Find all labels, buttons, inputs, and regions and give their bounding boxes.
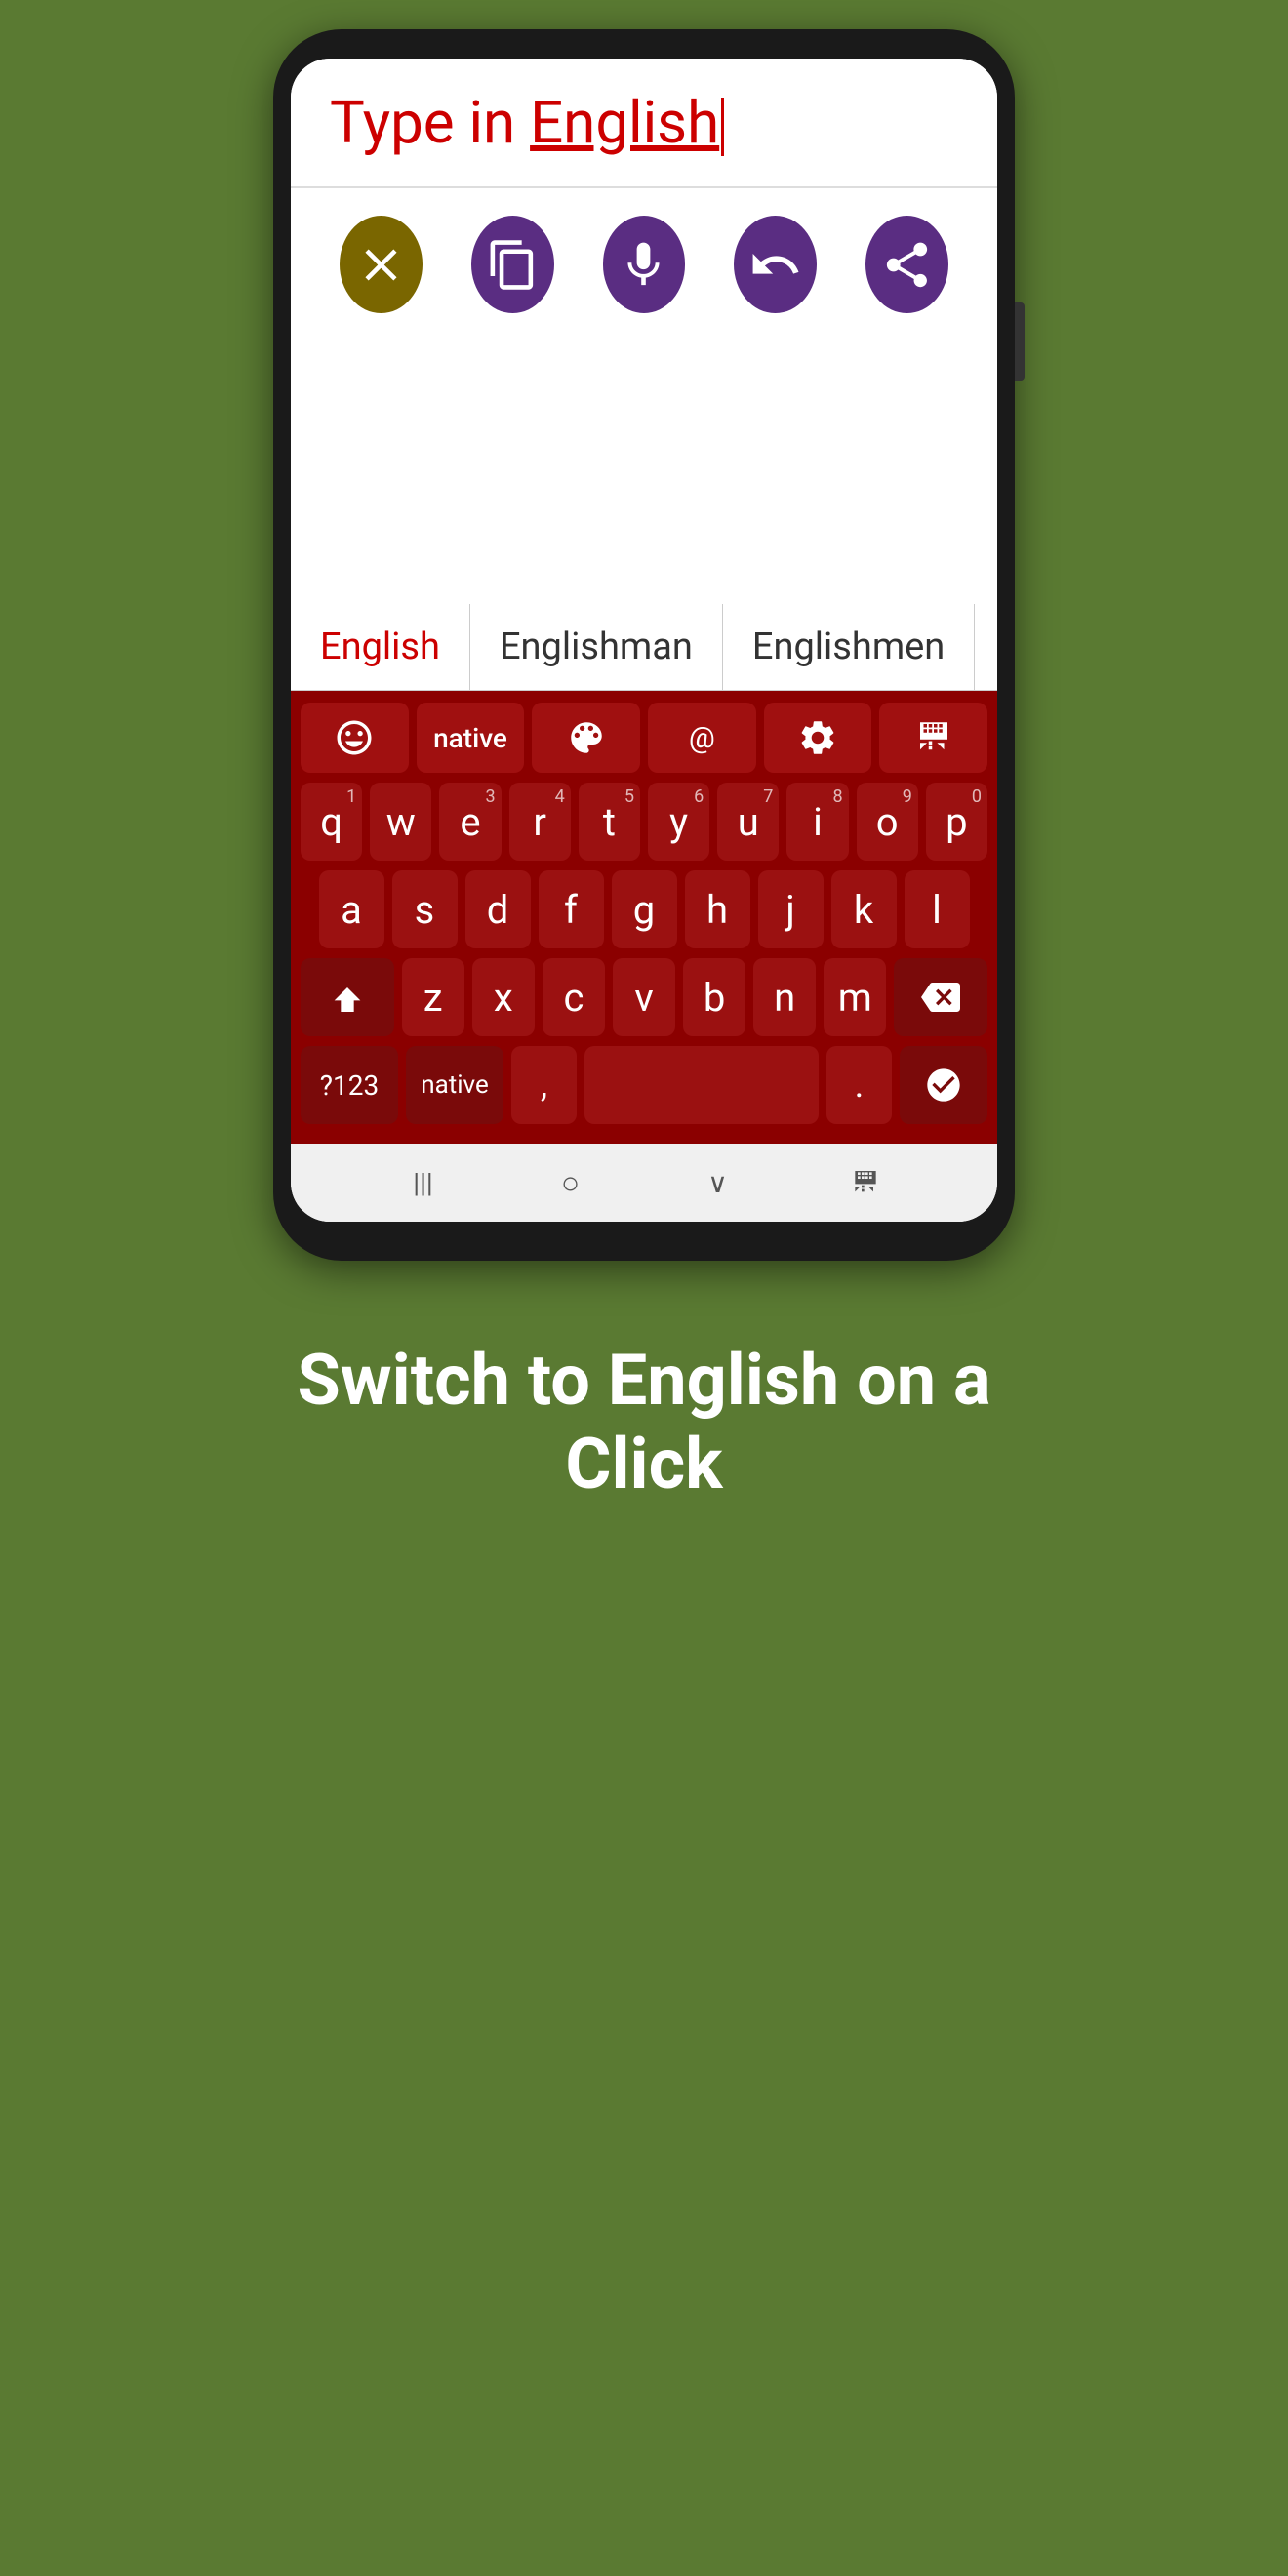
num-switch-key[interactable]: ?123 — [301, 1046, 398, 1124]
key-c[interactable]: c — [543, 958, 605, 1036]
key-b[interactable]: b — [683, 958, 745, 1036]
key-f[interactable]: f — [539, 870, 604, 948]
key-t[interactable]: 5t — [579, 783, 640, 861]
delete-button[interactable] — [340, 216, 423, 313]
nav-recents-icon: ∨ — [707, 1167, 728, 1199]
num-hint-6: 6 — [694, 786, 704, 807]
side-button — [1015, 302, 1025, 381]
suggestion-english[interactable]: English — [291, 604, 470, 690]
keyboard-icon — [913, 717, 954, 758]
phone-frame: Type in English — [273, 29, 1015, 1261]
key-y[interactable]: 6y — [648, 783, 709, 861]
key-l[interactable]: l — [905, 870, 970, 948]
suggestions-bar: English Englishman Englishmen Eng — [291, 604, 997, 691]
text-input-area[interactable]: Type in English — [291, 59, 997, 188]
ad-area — [291, 341, 997, 604]
mic-button[interactable] — [603, 216, 686, 313]
num-hint-3: 3 — [485, 786, 495, 807]
key-n[interactable]: n — [753, 958, 816, 1036]
key-x[interactable]: x — [472, 958, 535, 1036]
keyboard: native @ — [291, 691, 997, 1144]
done-icon — [924, 1066, 963, 1105]
toolbar — [291, 188, 997, 341]
done-key[interactable] — [900, 1046, 987, 1124]
backspace-key[interactable] — [894, 958, 987, 1036]
num-hint-0: 0 — [972, 786, 982, 807]
android-nav-bar: ||| ○ ∨ — [291, 1144, 997, 1222]
key-m[interactable]: m — [824, 958, 886, 1036]
caption-line1: Switch to English on a — [297, 1339, 990, 1422]
bottom-caption: Switch to English on a Click — [219, 1339, 1068, 1508]
delete-icon — [354, 238, 408, 292]
key-k[interactable]: k — [831, 870, 897, 948]
num-hint-4: 4 — [555, 786, 565, 807]
undo-button[interactable] — [734, 216, 817, 313]
palette-key[interactable] — [532, 703, 640, 773]
key-v[interactable]: v — [613, 958, 675, 1036]
typed-text: Type in English — [330, 88, 724, 157]
highlighted-word: English — [530, 88, 719, 157]
keyboard-row-1: 1q w 3e 4r 5t 6y 7u 8i — [301, 783, 987, 861]
key-w[interactable]: w — [370, 783, 431, 861]
nav-home-button[interactable]: ○ — [546, 1158, 595, 1207]
text-cursor — [721, 98, 724, 156]
phone-screen: Type in English — [291, 59, 997, 1222]
keyboard-bottom-row: ?123 native , . — [301, 1046, 987, 1124]
key-u[interactable]: 7u — [717, 783, 779, 861]
num-hint-5: 5 — [624, 786, 634, 807]
mic-icon — [617, 238, 670, 292]
key-o[interactable]: 9o — [857, 783, 918, 861]
keyboard-row-2: a s d f g h j k l — [301, 870, 987, 948]
nav-home-icon: ○ — [561, 1164, 580, 1201]
key-z[interactable]: z — [402, 958, 464, 1036]
key-q[interactable]: 1q — [301, 783, 362, 861]
comma-key[interactable]: , — [511, 1046, 577, 1124]
nav-keyboard-icon — [850, 1167, 881, 1198]
key-i[interactable]: 8i — [786, 783, 848, 861]
key-r[interactable]: 4r — [509, 783, 571, 861]
shift-key[interactable] — [301, 958, 394, 1036]
suggestion-englishman[interactable]: Englishman — [470, 604, 723, 690]
native-key[interactable]: native — [417, 703, 525, 773]
key-g[interactable]: g — [612, 870, 677, 948]
num-hint-9: 9 — [903, 786, 912, 807]
num-hint-1: 1 — [346, 786, 356, 807]
num-hint-8: 8 — [832, 786, 842, 807]
key-p[interactable]: 0p — [926, 783, 987, 861]
copy-button[interactable] — [471, 216, 554, 313]
suggestion-englishmen[interactable]: Englishmen — [723, 604, 975, 690]
key-d[interactable]: d — [465, 870, 531, 948]
nav-keyboard-button[interactable] — [841, 1158, 890, 1207]
caption-line2: Click — [565, 1423, 722, 1506]
nav-back-button[interactable]: ||| — [399, 1158, 448, 1207]
key-e[interactable]: 3e — [439, 783, 501, 861]
key-a[interactable]: a — [319, 870, 384, 948]
key-j[interactable]: j — [758, 870, 824, 948]
period-key[interactable]: . — [826, 1046, 892, 1124]
emoji-icon — [334, 717, 375, 758]
space-key[interactable] — [584, 1046, 819, 1124]
emoji-key[interactable] — [301, 703, 409, 773]
settings-icon — [797, 717, 838, 758]
at-key[interactable]: @ — [648, 703, 756, 773]
backspace-icon — [921, 978, 960, 1017]
keyboard-row-3: z x c v b n m — [301, 958, 987, 1036]
shift-icon — [328, 978, 367, 1017]
suggestion-eng[interactable]: Eng — [975, 604, 997, 690]
special-row: native @ — [301, 703, 987, 773]
copy-icon — [486, 238, 540, 292]
keyboard-hide-key[interactable] — [879, 703, 987, 773]
settings-key[interactable] — [764, 703, 872, 773]
share-icon — [880, 238, 934, 292]
at-symbol: @ — [689, 721, 715, 755]
undo-icon — [748, 238, 802, 292]
nav-back-icon: ||| — [413, 1167, 433, 1199]
key-h[interactable]: h — [685, 870, 750, 948]
nav-recents-button[interactable]: ∨ — [694, 1158, 743, 1207]
share-button[interactable] — [865, 216, 948, 313]
native-bottom-key[interactable]: native — [406, 1046, 503, 1124]
num-hint-7: 7 — [763, 786, 773, 807]
key-s[interactable]: s — [392, 870, 458, 948]
palette-icon — [566, 717, 607, 758]
